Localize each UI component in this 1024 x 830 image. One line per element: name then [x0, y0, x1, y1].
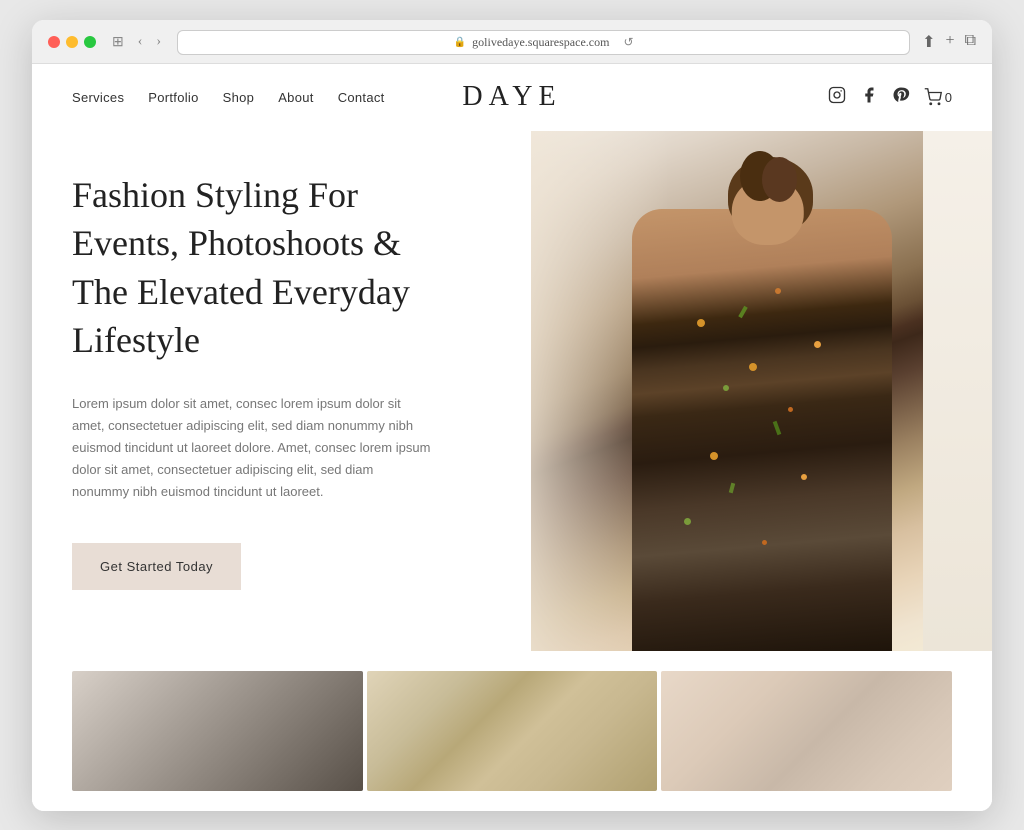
- browser-chrome: ⊞ ‹ › 🔒 golivedaye.squarespace.com ↺ ⬆ +…: [32, 20, 992, 64]
- nav-contact-link[interactable]: Contact: [338, 90, 385, 105]
- gallery-item-1: [72, 671, 363, 791]
- sidebar-toggle-icon[interactable]: ⊞: [108, 32, 128, 53]
- facebook-icon[interactable]: [860, 86, 878, 109]
- browser-controls: ⊞ ‹ ›: [108, 32, 165, 53]
- browser-actions: ⬆ + ⧉: [922, 32, 976, 52]
- lock-icon: 🔒: [454, 37, 466, 48]
- website: Services Portfolio Shop About Contact DA…: [32, 64, 992, 811]
- nav-right: 0: [828, 86, 952, 109]
- refresh-icon[interactable]: ↺: [623, 35, 633, 50]
- cta-button[interactable]: Get Started Today: [72, 543, 241, 590]
- main-nav: Services Portfolio Shop About Contact DA…: [32, 64, 992, 131]
- pinterest-icon[interactable]: [892, 86, 910, 109]
- fullscreen-button[interactable]: [84, 36, 96, 48]
- gallery-section: [32, 651, 992, 811]
- nav-shop-link[interactable]: Shop: [223, 90, 255, 105]
- cart-indicator[interactable]: 0: [924, 88, 952, 106]
- nav-left: Services Portfolio Shop About Contact: [72, 90, 385, 105]
- nav-portfolio-link[interactable]: Portfolio: [148, 90, 198, 105]
- hero-section: Fashion Styling For Events, Photoshoots …: [32, 131, 992, 651]
- nav-services-link[interactable]: Services: [72, 90, 124, 105]
- forward-button[interactable]: ›: [152, 32, 165, 52]
- address-bar[interactable]: 🔒 golivedaye.squarespace.com ↺: [177, 30, 910, 55]
- cart-count: 0: [945, 90, 952, 105]
- traffic-lights: [48, 36, 96, 48]
- browser-window: ⊞ ‹ › 🔒 golivedaye.squarespace.com ↺ ⬆ +…: [32, 20, 992, 811]
- back-button[interactable]: ‹: [134, 32, 147, 52]
- cart-icon: [924, 88, 942, 106]
- add-tab-icon[interactable]: +: [946, 32, 955, 52]
- hero-body-text: Lorem ipsum dolor sit amet, consec lorem…: [72, 393, 432, 503]
- instagram-icon[interactable]: [828, 86, 846, 109]
- nav-center: DAYE: [462, 81, 561, 113]
- brand-logo[interactable]: DAYE: [462, 81, 561, 112]
- minimize-button[interactable]: [66, 36, 78, 48]
- gallery-item-2: [367, 671, 658, 791]
- hero-heading: Fashion Styling For Events, Photoshoots …: [72, 171, 432, 365]
- close-button[interactable]: [48, 36, 60, 48]
- share-icon[interactable]: ⬆: [922, 32, 935, 52]
- hero-image: [531, 131, 992, 651]
- nav-about-link[interactable]: About: [278, 90, 313, 105]
- copy-tab-icon[interactable]: ⧉: [965, 32, 976, 52]
- hero-left: Fashion Styling For Events, Photoshoots …: [32, 131, 531, 651]
- gallery-item-3: [661, 671, 952, 791]
- url-text: golivedaye.squarespace.com: [472, 35, 609, 50]
- hero-photo-bg: [531, 131, 992, 651]
